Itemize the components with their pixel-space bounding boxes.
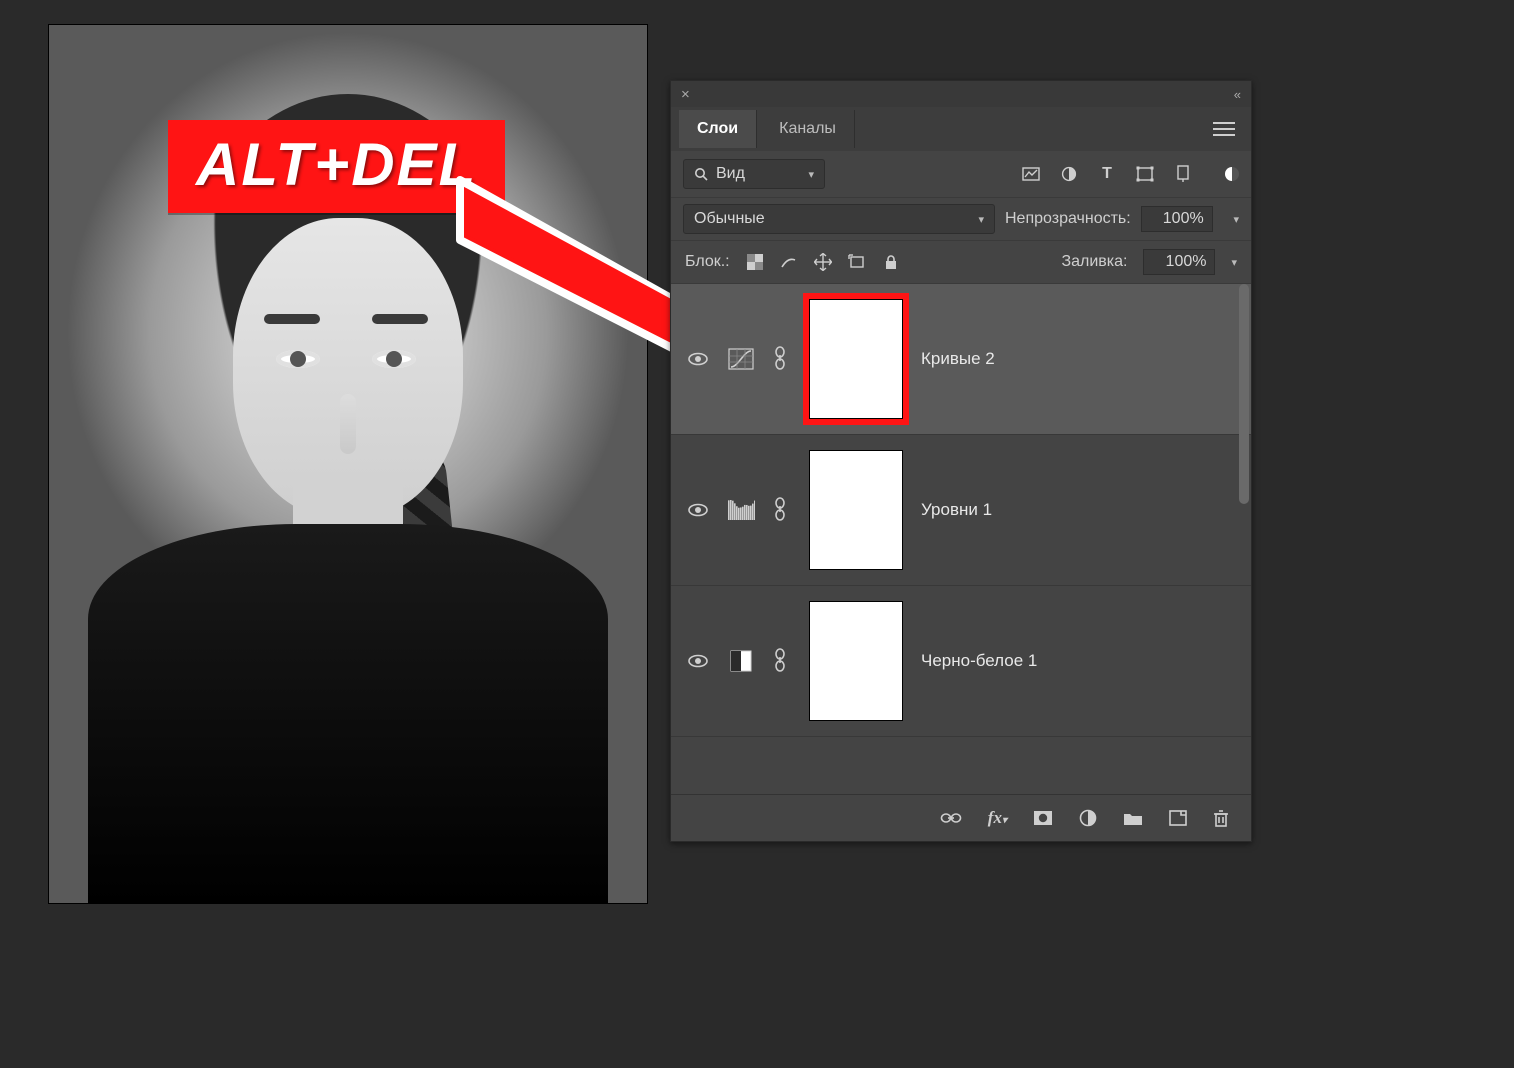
lock-artboard-icon[interactable] <box>848 253 866 271</box>
opacity-label: Непрозрачность: <box>1005 210 1131 228</box>
visibility-toggle[interactable] <box>687 503 709 517</box>
portrait-nose <box>340 394 356 454</box>
filter-adjust-icon[interactable] <box>1059 164 1079 184</box>
opacity-value[interactable]: 100% <box>1141 206 1213 232</box>
mask-link-icon[interactable] <box>773 647 791 675</box>
layer-list: Кривые 2 Уровни 1 Черно-белое 1 <box>671 284 1251 754</box>
layer-search-select[interactable]: Вид ▾ <box>683 159 825 189</box>
document-canvas[interactable]: ALT+DEL <box>48 24 648 904</box>
mask-link-icon[interactable] <box>773 496 791 524</box>
portrait-torso <box>88 524 608 904</box>
layer-name[interactable]: Кривые 2 <box>921 349 995 369</box>
delete-layer-button[interactable] <box>1213 809 1229 827</box>
chevron-down-icon: ▾ <box>978 213 984 226</box>
filter-toggle[interactable] <box>1225 167 1239 181</box>
layers-panel-footer: fx▾ <box>671 794 1251 841</box>
layer-mask-thumb[interactable] <box>809 450 903 570</box>
filter-pixel-icon[interactable] <box>1021 164 1041 184</box>
layer-row[interactable]: Уровни 1 <box>671 435 1251 586</box>
adjustment-thumb-icon[interactable] <box>727 347 755 371</box>
panel-titlebar: × « <box>671 81 1251 107</box>
search-icon <box>694 167 708 181</box>
chevron-down-icon: ▾ <box>808 168 814 181</box>
layer-name[interactable]: Черно-белое 1 <box>921 651 1037 671</box>
panel-menu-button[interactable] <box>1205 115 1243 143</box>
lock-paint-icon[interactable] <box>780 253 798 271</box>
chevron-down-icon[interactable]: ▾ <box>1233 213 1239 226</box>
tab-layers[interactable]: Слои <box>679 110 757 148</box>
scrollbar-thumb[interactable] <box>1239 284 1249 504</box>
portrait-brow <box>372 314 428 324</box>
portrait-eye <box>372 350 416 368</box>
layer-mask-thumb[interactable] <box>809 601 903 721</box>
new-layer-button[interactable] <box>1169 810 1187 826</box>
layers-scrollbar[interactable] <box>1239 284 1249 754</box>
panel-tabs: Слои Каналы <box>671 107 1251 151</box>
adjustment-thumb-icon[interactable] <box>727 649 755 673</box>
layer-mask-thumb[interactable] <box>809 299 903 419</box>
layer-row[interactable]: Черно-белое 1 <box>671 586 1251 737</box>
new-group-button[interactable] <box>1123 810 1143 826</box>
close-panel-button[interactable]: × <box>681 86 690 103</box>
layer-row[interactable]: Кривые 2 <box>671 284 1251 435</box>
lock-all-icon[interactable] <box>882 253 900 271</box>
shortcut-badge: ALT+DEL <box>168 120 505 213</box>
portrait-eye <box>276 350 320 368</box>
adjustment-thumb-icon[interactable] <box>727 498 755 522</box>
fill-value[interactable]: 100% <box>1143 249 1215 275</box>
layer-search-label: Вид <box>716 165 745 183</box>
visibility-toggle[interactable] <box>687 352 709 366</box>
layer-filter-bar: T <box>1021 164 1239 184</box>
portrait-brow <box>264 314 320 324</box>
visibility-toggle[interactable] <box>687 654 709 668</box>
filter-smart-icon[interactable] <box>1173 164 1193 184</box>
new-adjustment-button[interactable] <box>1079 809 1097 827</box>
lock-position-icon[interactable] <box>814 253 832 271</box>
lock-transparency-icon[interactable] <box>746 253 764 271</box>
chevron-down-icon[interactable]: ▾ <box>1231 256 1237 269</box>
fx-button[interactable]: fx▾ <box>988 808 1007 828</box>
mask-link-icon[interactable] <box>773 345 791 373</box>
lock-label: Блок.: <box>685 253 730 271</box>
tab-channels[interactable]: Каналы <box>761 110 855 148</box>
link-layers-button[interactable] <box>940 811 962 825</box>
blend-mode-select[interactable]: Обычные ▾ <box>683 204 995 234</box>
layers-panel: × « Слои Каналы Вид ▾ T <box>670 80 1252 842</box>
blend-mode-value: Обычные <box>694 210 765 228</box>
filter-type-icon[interactable]: T <box>1097 164 1117 184</box>
add-mask-button[interactable] <box>1033 810 1053 826</box>
collapse-panel-button[interactable]: « <box>1234 87 1241 102</box>
layer-name[interactable]: Уровни 1 <box>921 500 992 520</box>
fill-label: Заливка: <box>1061 253 1127 271</box>
filter-shape-icon[interactable] <box>1135 164 1155 184</box>
